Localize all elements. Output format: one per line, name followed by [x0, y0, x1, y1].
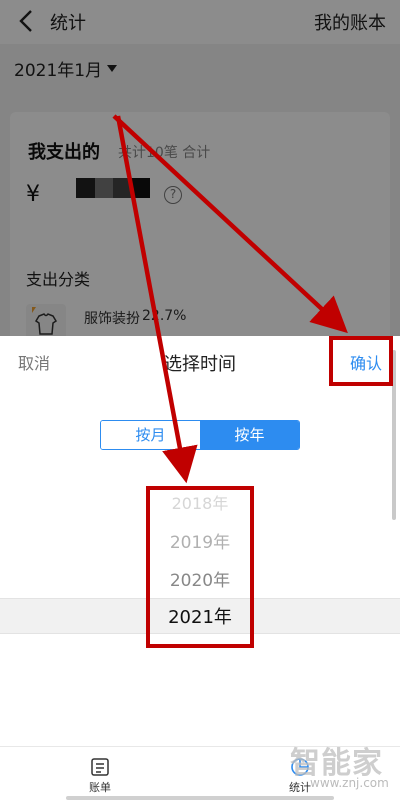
picker-item[interactable]: 2020年	[0, 566, 400, 591]
picker-item[interactable]: 2019年	[0, 528, 400, 553]
tab-bill[interactable]: 账单	[60, 751, 140, 795]
period-toggle: 按月 按年	[100, 420, 300, 450]
bill-icon	[91, 758, 109, 776]
picker-item[interactable]: 2018年	[0, 490, 400, 514]
year-picker[interactable]: 2018年 2019年 2020年 2021年	[0, 486, 400, 636]
modal-backdrop[interactable]	[0, 0, 400, 336]
picker-item-selected[interactable]: 2021年	[0, 603, 400, 629]
sheet-title: 选择时间	[164, 354, 236, 375]
scrollbar[interactable]	[392, 350, 396, 520]
home-indicator	[66, 796, 334, 800]
confirm-button[interactable]: 确认	[350, 350, 382, 374]
watermark-url: www.znj.com	[310, 776, 389, 790]
tab-by-month[interactable]: 按月	[101, 421, 200, 449]
tab-by-year[interactable]: 按年	[200, 421, 299, 449]
cancel-button[interactable]: 取消	[18, 350, 50, 374]
tab-bill-label: 账单	[89, 781, 111, 794]
time-picker-sheet: 选择时间 取消 确认 按月 按年 2018年 2019年 2020年 2021年	[0, 336, 400, 746]
